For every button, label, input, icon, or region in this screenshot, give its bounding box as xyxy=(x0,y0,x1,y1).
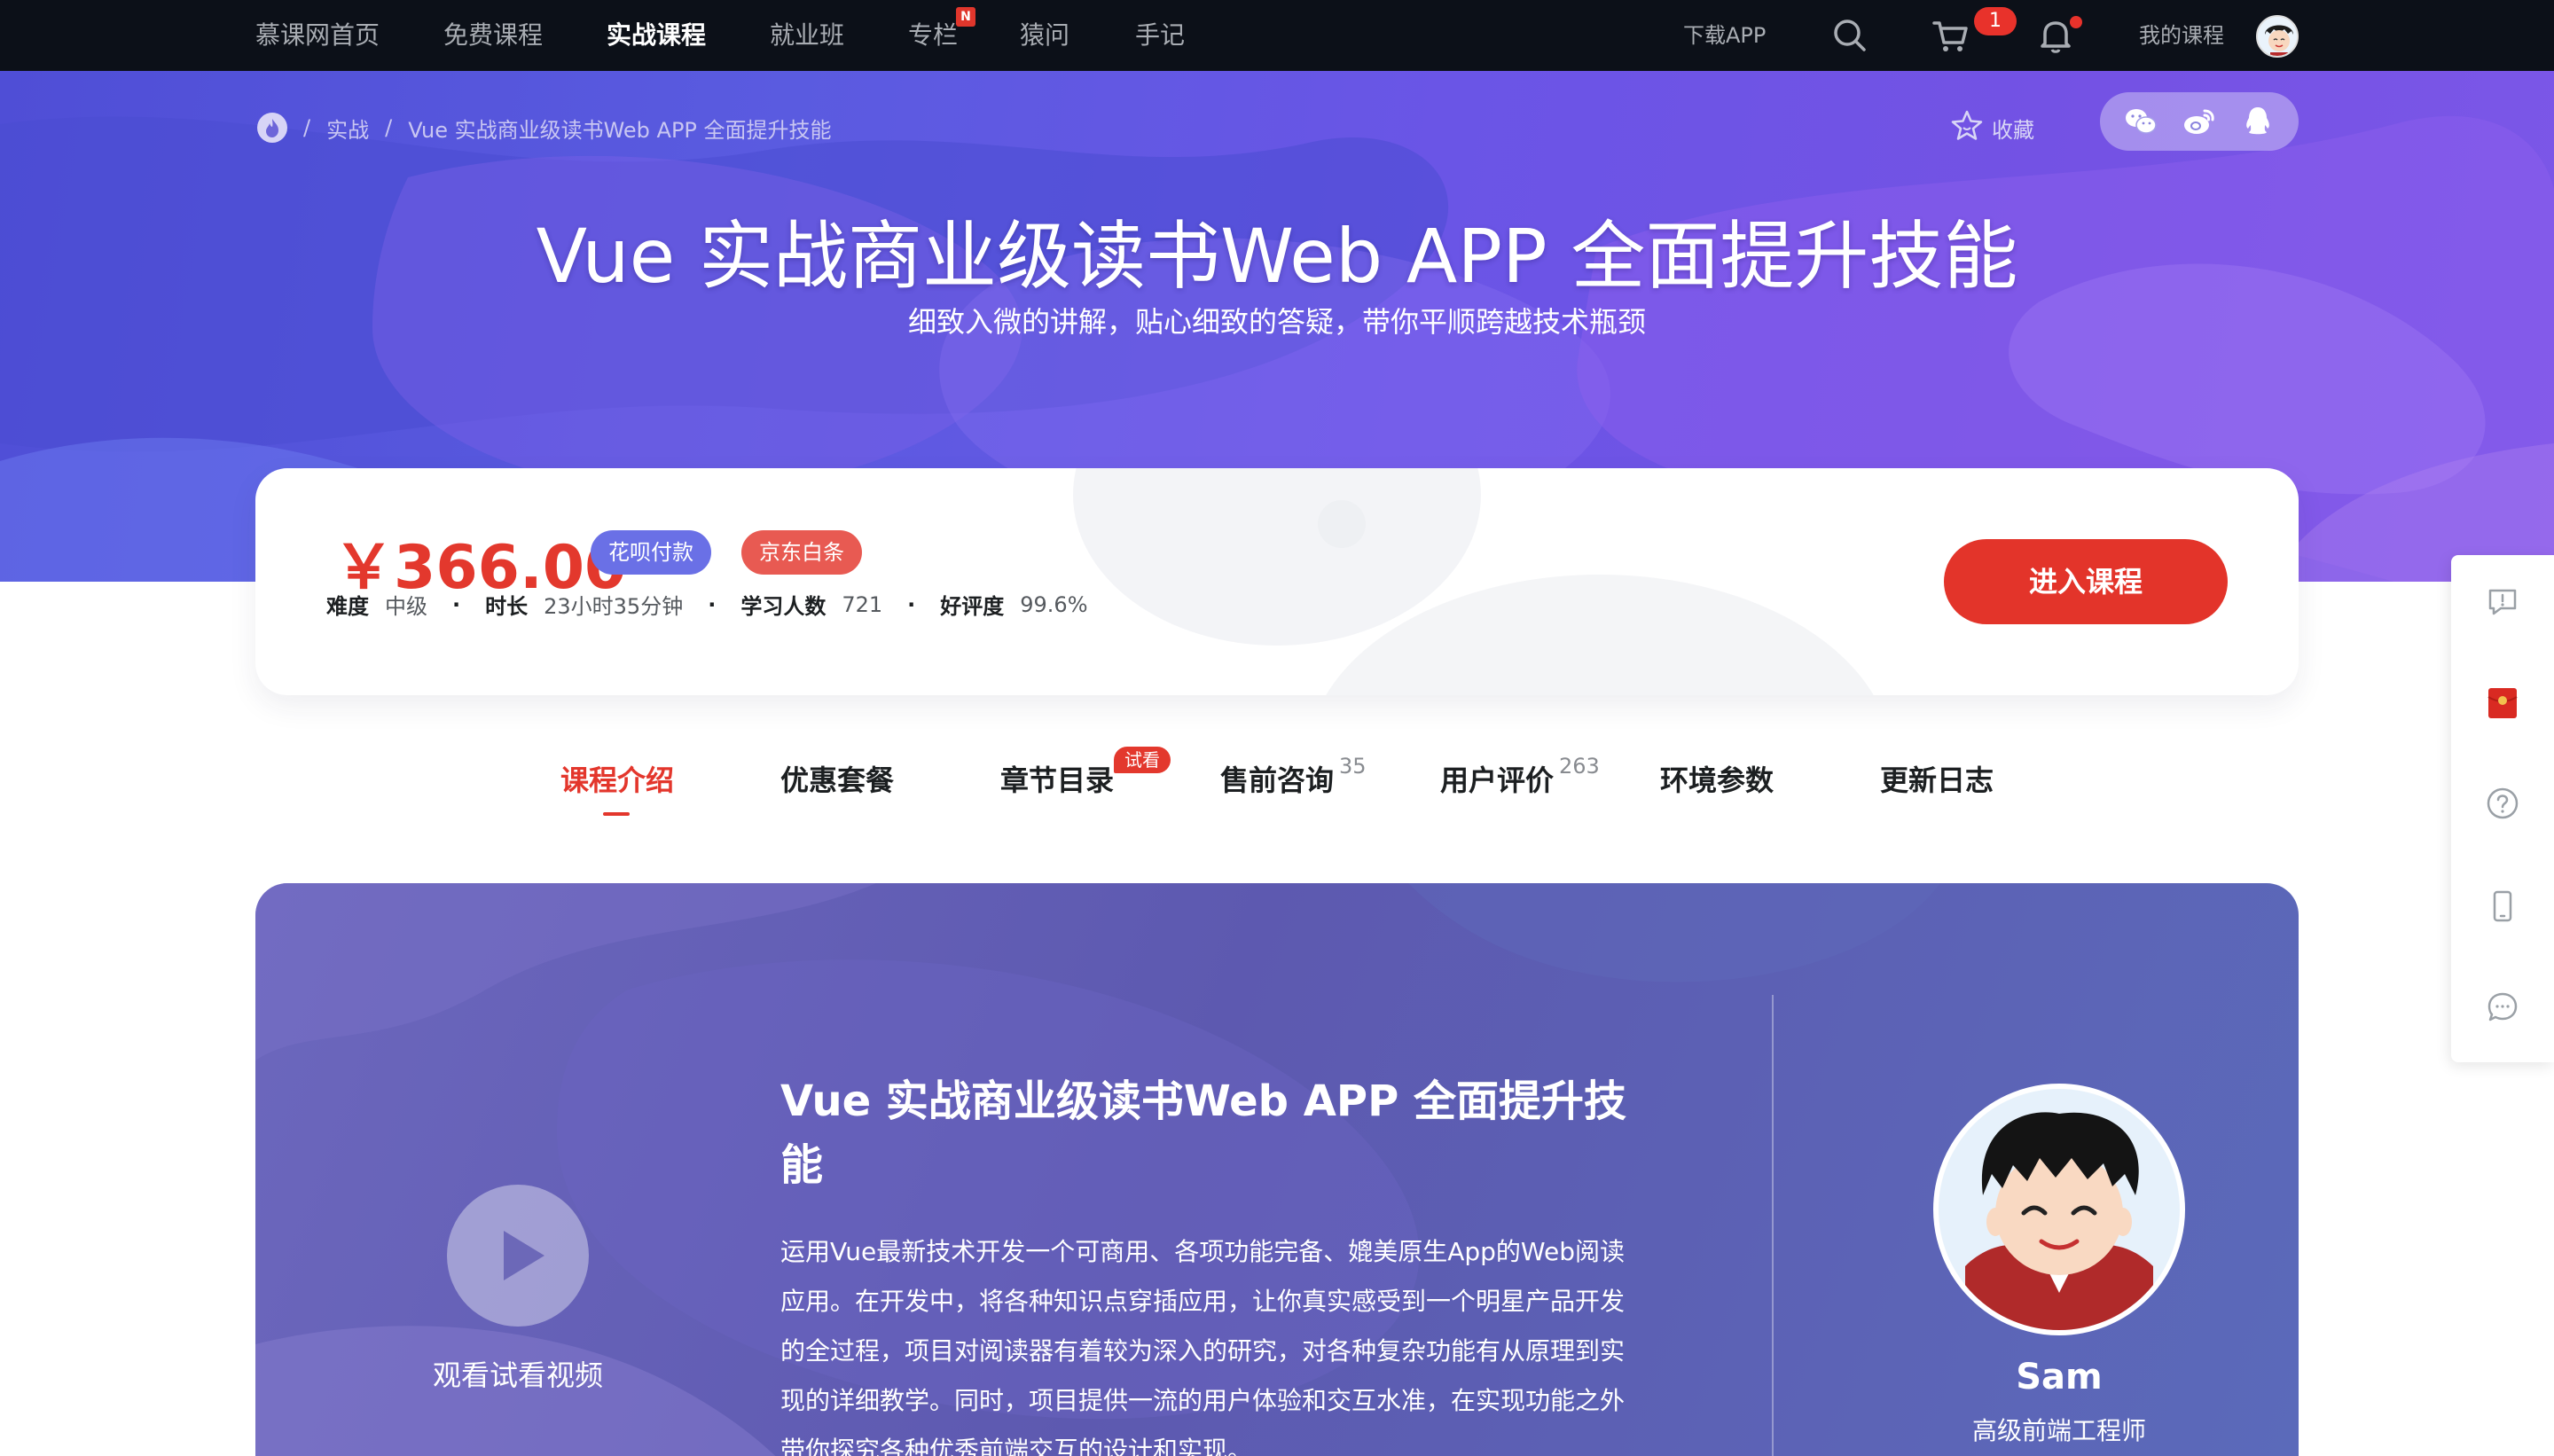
meta-value-learners: 721 xyxy=(842,591,883,617)
meta-key-rating: 好评度 xyxy=(940,594,1005,619)
nav-item-notes[interactable]: 手记 xyxy=(1135,0,1185,71)
teacher-name[interactable]: Sam xyxy=(1882,1357,2237,1397)
intro-course-title: Vue 实战商业级读书Web APP 全面提升技能 xyxy=(780,1076,1626,1190)
mobile-icon[interactable] xyxy=(2485,888,2520,924)
nav-item-qa[interactable]: 猿问 xyxy=(1020,0,1069,71)
breadcrumb: / 实战 / Vue 实战商业级读书Web APP 全面提升技能 xyxy=(257,110,832,145)
course-intro-panel: 观看试看视频 Vue 实战商业级读书Web APP 全面提升技能 运用Vue最新… xyxy=(255,883,2299,1456)
course-title: Vue 实战商业级读书Web APP 全面提升技能 xyxy=(536,213,2018,300)
trial-badge: 试看 xyxy=(1114,747,1171,773)
cart-count-badge: 1 xyxy=(1974,7,2017,35)
tab-presale-consult[interactable]: 售前咨询 xyxy=(1220,761,1334,800)
breadcrumb-item-current-course: Vue 实战商业级读书Web APP 全面提升技能 xyxy=(408,117,832,143)
tab-environment[interactable]: 环境参数 xyxy=(1660,761,1774,800)
enter-course-button[interactable]: 进入课程 xyxy=(1944,539,2228,624)
breadcrumb-separator: / xyxy=(303,115,311,140)
intro-course-description: 运用Vue最新技术开发一个可商用、各项功能完备、媲美原生App的Web阅读应用。… xyxy=(780,1237,1626,1456)
notification-dot xyxy=(2070,16,2082,28)
cart-icon[interactable] xyxy=(1931,16,1970,55)
meta-separator: · xyxy=(907,591,916,617)
nav-item-free-courses[interactable]: 免费课程 xyxy=(443,0,543,71)
teacher-title: 高级前端工程师 xyxy=(1971,1416,2146,1445)
intro-divider xyxy=(1772,995,1774,1456)
home-icon[interactable] xyxy=(257,113,287,143)
huabei-payment-tag[interactable]: 花呗付款 xyxy=(591,530,711,575)
download-app-link[interactable]: 下载APP xyxy=(1683,0,1766,71)
tab-course-intro[interactable]: 课程介绍 xyxy=(560,761,674,800)
top-navigation-bar: 慕课网首页 免费课程 实战课程 就业班 专栏 N 猿问 手记 下载APP 1 我… xyxy=(0,0,2554,71)
feedback-icon[interactable] xyxy=(2485,583,2520,619)
meta-separator: · xyxy=(708,591,717,617)
active-tab-indicator xyxy=(603,812,630,816)
share-buttons xyxy=(2100,92,2299,151)
collect-label: 收藏 xyxy=(1992,117,2034,143)
meta-value-rating: 99.6% xyxy=(1020,591,1088,617)
tab-user-reviews[interactable]: 用户评价 xyxy=(1440,761,1554,800)
review-count: 263 xyxy=(1559,754,1600,779)
tab-discount-packages[interactable]: 优惠套餐 xyxy=(780,761,894,800)
user-avatar[interactable] xyxy=(2256,15,2299,58)
nav-item-column-label: 专栏 xyxy=(908,20,959,50)
meta-key-duration: 时长 xyxy=(485,594,529,619)
help-icon[interactable] xyxy=(2485,786,2520,821)
new-badge: N xyxy=(956,7,976,27)
qq-icon[interactable] xyxy=(2240,104,2276,139)
weibo-icon[interactable] xyxy=(2182,104,2217,139)
meta-value-duration: 23小时35分钟 xyxy=(544,594,684,619)
chat-icon[interactable] xyxy=(2485,990,2520,1025)
play-icon xyxy=(504,1231,544,1280)
price-card: ￥366.00 花呗付款 京东白条 难度 中级 · 时长 23小时35分钟 · … xyxy=(255,468,2299,695)
jd-baitiao-payment-tag[interactable]: 京东白条 xyxy=(741,530,862,575)
tab-update-log[interactable]: 更新日志 xyxy=(1880,761,1994,800)
teacher-avatar[interactable] xyxy=(1933,1084,2185,1335)
right-float-toolbar xyxy=(2451,555,2554,1062)
play-trial-video-label[interactable]: 观看试看视频 xyxy=(429,1353,607,1394)
consult-count: 35 xyxy=(1339,754,1367,779)
decorative-circle xyxy=(1318,500,1366,548)
tab-chapter-catalog[interactable]: 章节目录 xyxy=(1000,761,1114,800)
breadcrumb-separator: / xyxy=(385,115,393,140)
meta-separator: · xyxy=(452,591,461,617)
wechat-icon[interactable] xyxy=(2123,104,2158,139)
meta-key-difficulty: 难度 xyxy=(326,594,369,619)
course-subtitle: 细致入微的讲解，贴心细致的答疑，带你平顺跨越技术瓶颈 xyxy=(907,305,1646,339)
meta-key-learners: 学习人数 xyxy=(740,594,827,619)
search-icon[interactable] xyxy=(1830,16,1869,55)
breadcrumb-item-practical[interactable]: 实战 xyxy=(326,113,369,144)
star-icon xyxy=(1949,110,1985,145)
my-courses-link[interactable]: 我的课程 xyxy=(2139,0,2224,71)
course-meta: 难度 中级 · 时长 23小时35分钟 · 学习人数 721 · 好评度 99.… xyxy=(326,589,1088,620)
meta-value-difficulty: 中级 xyxy=(385,594,427,619)
nav-item-practical-courses[interactable]: 实战课程 xyxy=(607,0,706,71)
nav-item-column[interactable]: 专栏 N xyxy=(908,0,976,71)
nav-item-home[interactable]: 慕课网首页 xyxy=(255,0,380,71)
nav-item-employment-class[interactable]: 就业班 xyxy=(770,0,844,71)
play-trial-video-button[interactable] xyxy=(447,1185,589,1327)
collect-button[interactable]: 收藏 xyxy=(1949,108,2034,147)
red-packet-icon[interactable] xyxy=(2485,685,2520,720)
